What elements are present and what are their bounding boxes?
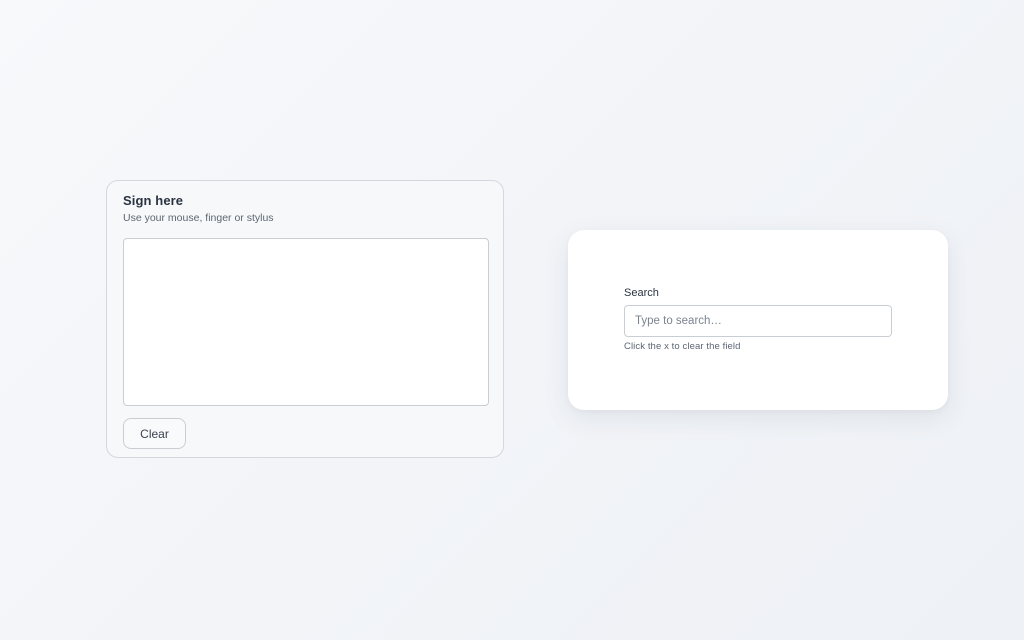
search-input[interactable] bbox=[624, 305, 892, 337]
signature-pad[interactable] bbox=[123, 238, 489, 406]
signature-card: Sign here Use your mouse, finger or styl… bbox=[106, 180, 504, 458]
search-hint: Click the x to clear the field bbox=[624, 341, 741, 352]
clear-button[interactable]: Clear bbox=[123, 418, 186, 449]
signature-title: Sign here bbox=[123, 193, 184, 208]
search-card: Search Click the x to clear the field bbox=[568, 230, 948, 410]
search-label: Search bbox=[624, 287, 659, 299]
signature-subtitle: Use your mouse, finger or stylus bbox=[123, 212, 274, 224]
